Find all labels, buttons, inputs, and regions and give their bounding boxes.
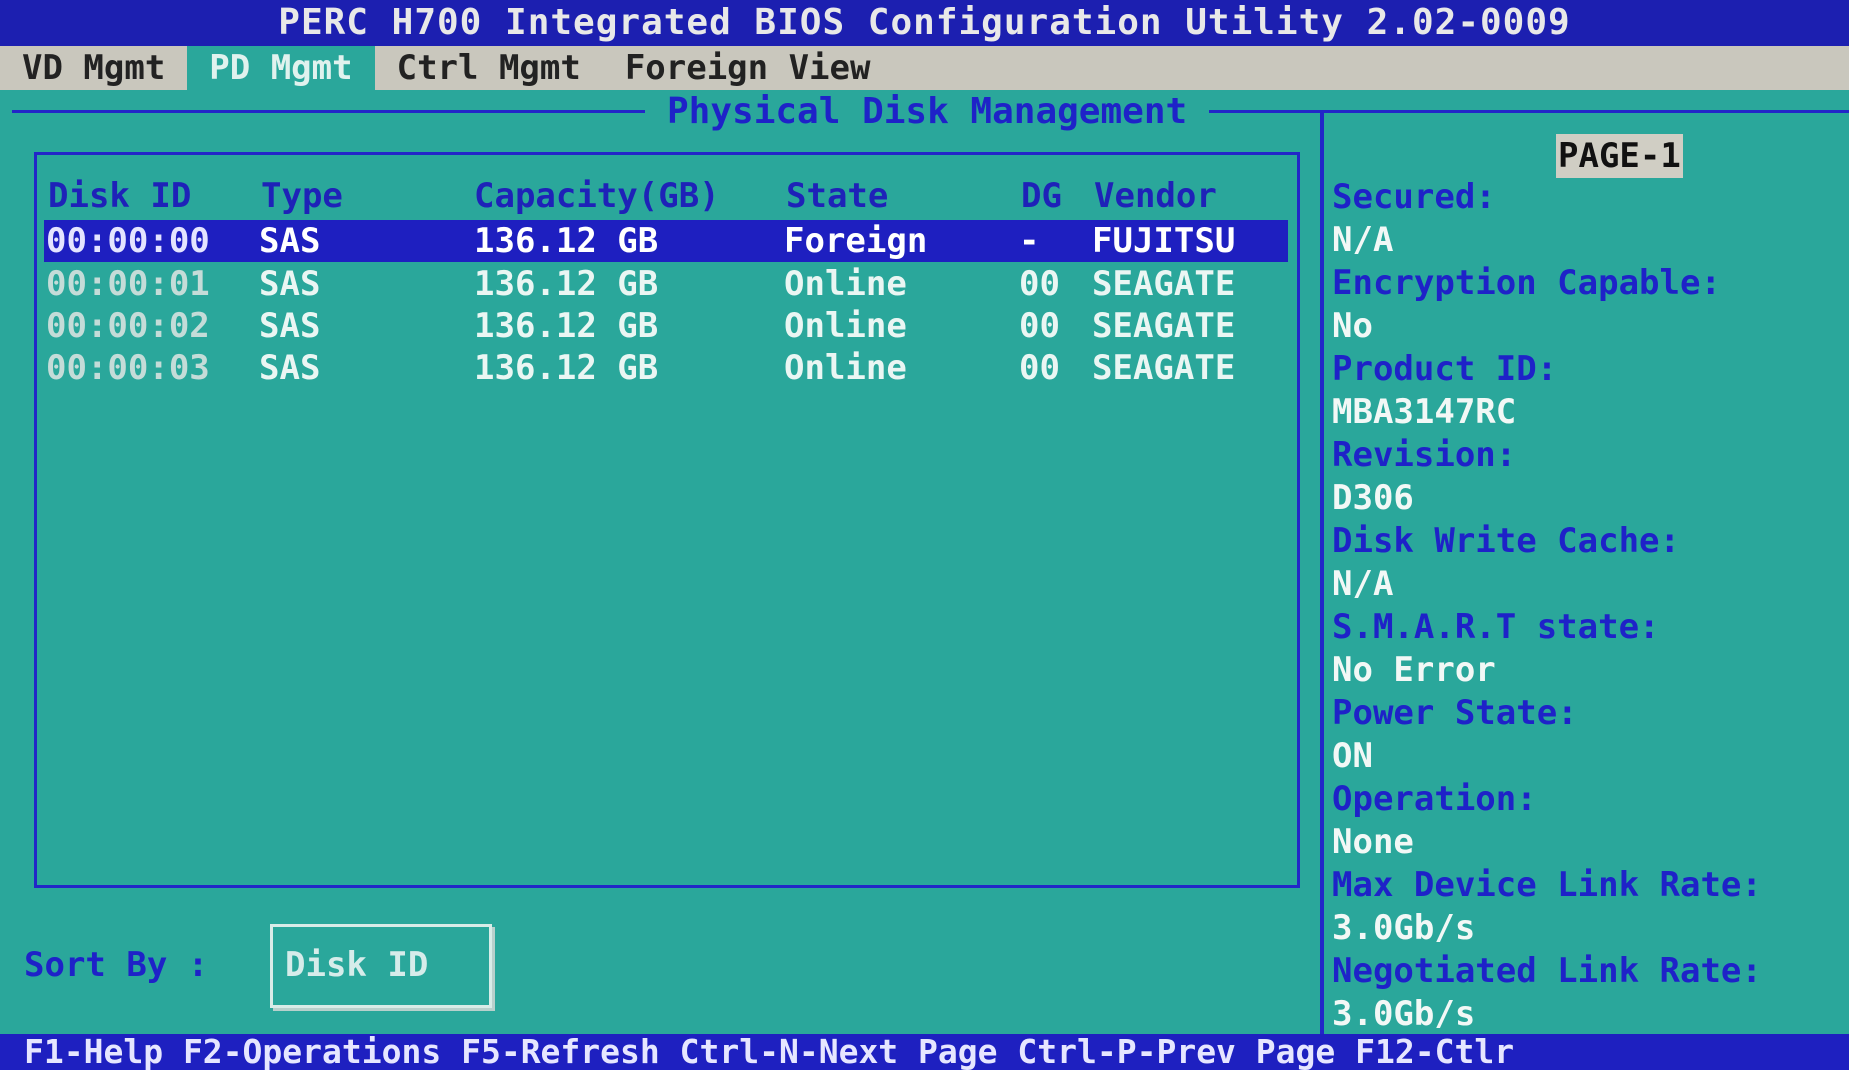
column-header-disk-id: Disk ID <box>48 176 192 216</box>
column-header-vendor: Vendor <box>1094 176 1217 216</box>
column-headers: Disk ID Type Capacity(GB) State DG Vendo… <box>46 176 1286 222</box>
disk-id: 00:00:02 <box>46 306 210 346</box>
tab-ctrl-mgmt[interactable]: Ctrl Mgmt <box>375 46 603 90</box>
disk-id: 00:00:00 <box>46 221 210 261</box>
disk-capacity: 136.12 GB <box>474 306 659 346</box>
disk-type: SAS <box>259 306 321 346</box>
disk-state: Foreign <box>784 221 928 261</box>
detail-value-smart-state: No Error <box>1332 650 1496 690</box>
disk-vendor: FUJITSU <box>1092 221 1236 261</box>
detail-label-product-id: Product ID: <box>1332 349 1558 389</box>
disk-capacity: 136.12 GB <box>474 221 659 261</box>
disk-vendor: SEAGATE <box>1092 348 1236 388</box>
detail-value-max-link-rate: 3.0Gb/s <box>1332 908 1476 948</box>
disk-dg: 00 <box>1019 306 1060 346</box>
detail-label-negotiated-link-rate: Negotiated Link Rate: <box>1332 951 1762 991</box>
detail-label-revision: Revision: <box>1332 435 1517 475</box>
detail-label-smart-state: S.M.A.R.T state: <box>1332 607 1660 647</box>
disk-dg: 00 <box>1019 264 1060 304</box>
disk-type: SAS <box>259 221 321 261</box>
disk-state: Online <box>784 264 907 304</box>
tab-vd-mgmt[interactable]: VD Mgmt <box>0 46 187 90</box>
disk-dg: 00 <box>1019 348 1060 388</box>
detail-value-encryption-capable: No <box>1332 306 1373 346</box>
column-header-capacity: Capacity(GB) <box>474 176 720 216</box>
column-header-state: State <box>786 176 889 216</box>
column-header-type: Type <box>261 176 343 216</box>
disk-type: SAS <box>259 348 321 388</box>
disk-id: 00:00:01 <box>46 264 210 304</box>
disk-vendor: SEAGATE <box>1092 264 1236 304</box>
column-header-dg: DG <box>1021 176 1062 216</box>
detail-value-power-state: ON <box>1332 736 1373 776</box>
detail-value-operation: None <box>1332 822 1414 862</box>
disk-type: SAS <box>259 264 321 304</box>
tab-foreign-view[interactable]: Foreign View <box>603 46 893 90</box>
disk-dg: - <box>1019 221 1040 261</box>
tab-pd-mgmt[interactable]: PD Mgmt <box>187 46 375 90</box>
window-title: PERC H700 Integrated BIOS Configuration … <box>0 0 1849 46</box>
disk-state: Online <box>784 348 907 388</box>
detail-label-disk-write-cache: Disk Write Cache: <box>1332 521 1680 561</box>
disk-row[interactable]: 00:00:02 SAS 136.12 GB Online 00 SEAGATE <box>44 305 1288 347</box>
detail-value-product-id: MBA3147RC <box>1332 392 1517 432</box>
detail-label-max-link-rate: Max Device Link Rate: <box>1332 865 1762 905</box>
status-bar-help: F1-Help F2-Operations F5-Refresh Ctrl-N-… <box>0 1034 1849 1070</box>
detail-value-secured: N/A <box>1332 220 1394 260</box>
disk-capacity: 136.12 GB <box>474 264 659 304</box>
disk-vendor: SEAGATE <box>1092 306 1236 346</box>
detail-label-operation: Operation: <box>1332 779 1537 819</box>
section-title: Physical Disk Management <box>645 90 1210 134</box>
panel-divider <box>1320 112 1324 1044</box>
sort-by-label: Sort By : <box>24 945 209 985</box>
sort-by-button[interactable]: Disk ID <box>270 924 492 1008</box>
sort-by-value: Disk ID <box>285 945 429 985</box>
disk-row[interactable]: 00:00:01 SAS 136.12 GB Online 00 SEAGATE <box>44 263 1288 305</box>
detail-label-power-state: Power State: <box>1332 693 1578 733</box>
page-indicator: PAGE-1 <box>1556 134 1683 178</box>
detail-value-revision: D306 <box>1332 478 1414 518</box>
detail-label-encryption-capable: Encryption Capable: <box>1332 263 1721 303</box>
disk-row[interactable]: 00:00:00 SAS 136.12 GB Foreign - FUJITSU <box>44 220 1288 262</box>
disk-capacity: 136.12 GB <box>474 348 659 388</box>
panel-divider-top <box>1324 110 1849 113</box>
detail-value-disk-write-cache: N/A <box>1332 564 1394 604</box>
disk-row[interactable]: 00:00:03 SAS 136.12 GB Online 00 SEAGATE <box>44 347 1288 389</box>
menu-bar: VD Mgmt PD Mgmt Ctrl Mgmt Foreign View <box>0 46 1849 90</box>
disk-state: Online <box>784 306 907 346</box>
disk-id: 00:00:03 <box>46 348 210 388</box>
detail-label-secured: Secured: <box>1332 177 1496 217</box>
detail-value-negotiated-link-rate: 3.0Gb/s <box>1332 994 1476 1034</box>
